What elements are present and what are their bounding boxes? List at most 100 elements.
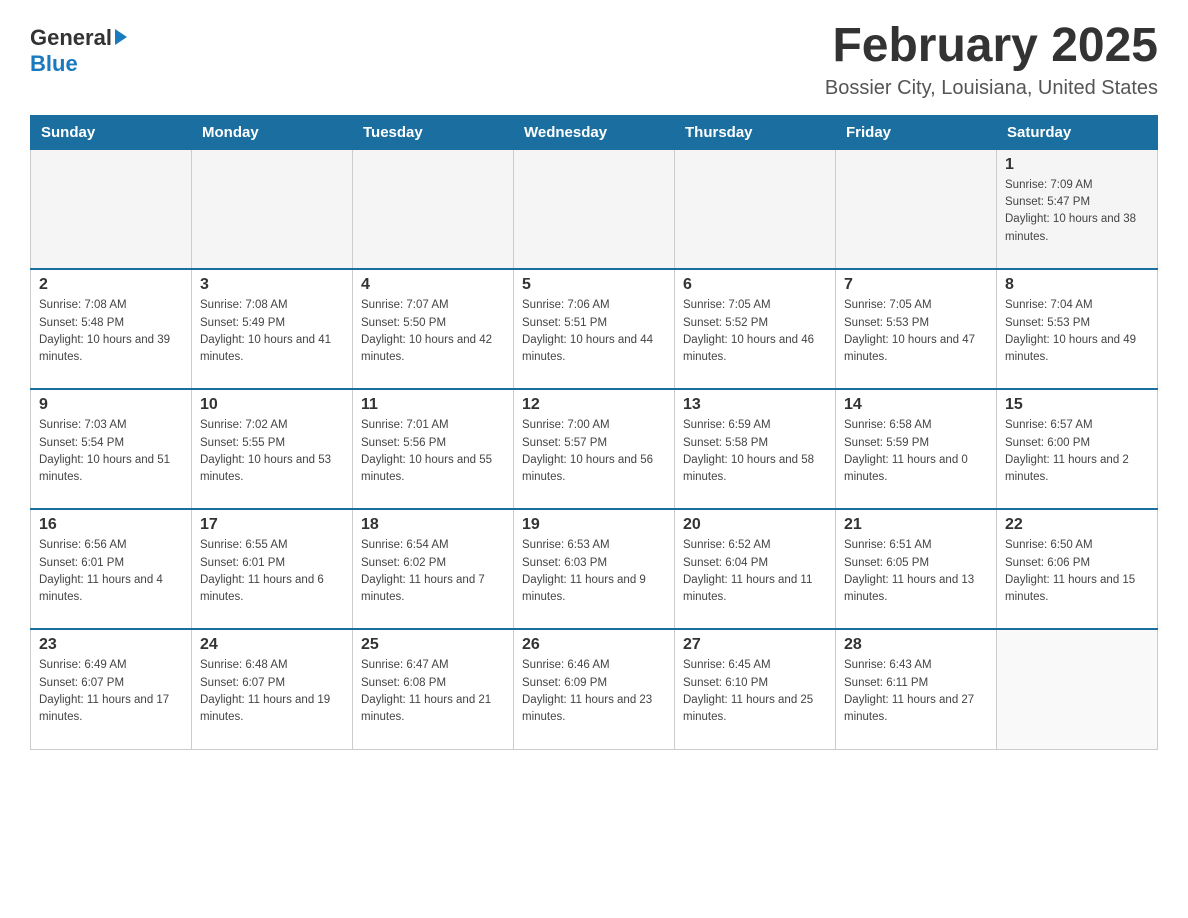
calendar-header-friday: Friday [836,115,997,149]
calendar-cell: 25 Sunrise: 6:47 AM Sunset: 6:08 PM Dayli… [353,629,514,749]
day-info: Sunrise: 7:06 AM Sunset: 5:51 PM Dayligh… [522,297,666,366]
day-info: Sunrise: 6:45 AM Sunset: 6:10 PM Dayligh… [683,657,827,726]
day-info: Sunrise: 7:05 AM Sunset: 5:52 PM Dayligh… [683,297,827,366]
day-info: Sunrise: 7:02 AM Sunset: 5:55 PM Dayligh… [200,417,344,486]
calendar-cell: 17Sunrise: 6:55 AM Sunset: 6:01 PM Dayli… [192,509,353,629]
day-number: 23 [39,636,183,654]
day-info: Sunrise: 6:43 AM Sunset: 6:11 PM Dayligh… [844,657,988,726]
day-number: 1 [1005,156,1149,174]
calendar-week-row: 16 Sunrise: 6:56 AM Sunset: 6:01 PM Dayli… [31,509,1158,629]
calendar-cell: 14 Sunrise: 6:58 AM Sunset: 5:59 PM Dayli… [836,389,997,509]
calendar-header-saturday: Saturday [997,115,1158,149]
day-info: Sunrise: 7:09 AM Sunset: 5:47 PM Dayligh… [1005,177,1149,246]
location-subtitle: Bossier City, Louisiana, United States [825,77,1158,100]
calendar-header-row: SundayMondayTuesdayWednesdayThursdayFrid… [31,115,1158,149]
day-number: 21 [844,516,988,534]
calendar-cell: 3Sunrise: 7:08 AM Sunset: 5:49 PM Daylig… [192,269,353,389]
day-number: 12 [522,396,666,414]
day-info: Sunrise: 6:52 AM Sunset: 6:04 PM Dayligh… [683,537,827,606]
calendar-week-row: 9 Sunrise: 7:03 AM Sunset: 5:54 PM Daylig… [31,389,1158,509]
day-number: 28 [844,636,988,654]
calendar-cell [675,149,836,269]
calendar-cell: 19 Sunrise: 6:53 AM Sunset: 6:03 PM Dayli… [514,509,675,629]
calendar-cell: 11 Sunrise: 7:01 AM Sunset: 5:56 PM Dayli… [353,389,514,509]
calendar-cell: 7 Sunrise: 7:05 AM Sunset: 5:53 PM Daylig… [836,269,997,389]
calendar-cell: 13Sunrise: 6:59 AM Sunset: 5:58 PM Dayli… [675,389,836,509]
day-info: Sunrise: 6:57 AM Sunset: 6:00 PM Dayligh… [1005,417,1149,486]
day-info: Sunrise: 7:08 AM Sunset: 5:48 PM Dayligh… [39,297,183,366]
calendar-cell [353,149,514,269]
calendar-cell: 15 Sunrise: 6:57 AM Sunset: 6:00 PM Dayli… [997,389,1158,509]
calendar-cell: 6 Sunrise: 7:05 AM Sunset: 5:52 PM Daylig… [675,269,836,389]
title-section: February 2025 Bossier City, Louisiana, U… [825,20,1158,100]
day-number: 26 [522,636,666,654]
day-info: Sunrise: 6:48 AM Sunset: 6:07 PM Dayligh… [200,657,344,726]
day-info: Sunrise: 7:05 AM Sunset: 5:53 PM Dayligh… [844,297,988,366]
day-number: 11 [361,396,505,414]
calendar-header-wednesday: Wednesday [514,115,675,149]
day-number: 16 [39,516,183,534]
day-number: 15 [1005,396,1149,414]
day-number: 25 [361,636,505,654]
day-number: 9 [39,396,183,414]
day-info: Sunrise: 6:58 AM Sunset: 5:59 PM Dayligh… [844,417,988,486]
day-number: 19 [522,516,666,534]
logo-arrow-icon [115,29,127,45]
day-number: 22 [1005,516,1149,534]
calendar-header-thursday: Thursday [675,115,836,149]
calendar-header-monday: Monday [192,115,353,149]
day-number: 8 [1005,276,1149,294]
day-number: 5 [522,276,666,294]
day-info: Sunrise: 6:49 AM Sunset: 6:07 PM Dayligh… [39,657,183,726]
calendar-cell [514,149,675,269]
calendar-cell: 23 Sunrise: 6:49 AM Sunset: 6:07 PM Dayli… [31,629,192,749]
calendar-cell: 20 Sunrise: 6:52 AM Sunset: 6:04 PM Dayli… [675,509,836,629]
calendar-cell: 5 Sunrise: 7:06 AM Sunset: 5:51 PM Daylig… [514,269,675,389]
calendar-cell: 16 Sunrise: 6:56 AM Sunset: 6:01 PM Dayli… [31,509,192,629]
calendar-week-row: 23 Sunrise: 6:49 AM Sunset: 6:07 PM Dayli… [31,629,1158,749]
calendar-cell: 2 Sunrise: 7:08 AM Sunset: 5:48 PM Daylig… [31,269,192,389]
day-number: 20 [683,516,827,534]
calendar-table: SundayMondayTuesdayWednesdayThursdayFrid… [30,115,1158,750]
calendar-cell: 8 Sunrise: 7:04 AM Sunset: 5:53 PM Daylig… [997,269,1158,389]
month-title: February 2025 [825,20,1158,73]
calendar-cell: 18 Sunrise: 6:54 AM Sunset: 6:02 PM Dayli… [353,509,514,629]
day-number: 2 [39,276,183,294]
day-number: 24 [200,636,344,654]
day-info: Sunrise: 6:47 AM Sunset: 6:08 PM Dayligh… [361,657,505,726]
day-number: 6 [683,276,827,294]
day-info: Sunrise: 6:56 AM Sunset: 6:01 PM Dayligh… [39,537,183,606]
day-info: Sunrise: 7:04 AM Sunset: 5:53 PM Dayligh… [1005,297,1149,366]
calendar-cell [997,629,1158,749]
calendar-cell: 22 Sunrise: 6:50 AM Sunset: 6:06 PM Dayli… [997,509,1158,629]
calendar-cell: 21Sunrise: 6:51 AM Sunset: 6:05 PM Dayli… [836,509,997,629]
calendar-cell: 1 Sunrise: 7:09 AM Sunset: 5:47 PM Daylig… [997,149,1158,269]
calendar-week-row: 1 Sunrise: 7:09 AM Sunset: 5:47 PM Daylig… [31,149,1158,269]
day-info: Sunrise: 6:53 AM Sunset: 6:03 PM Dayligh… [522,537,666,606]
day-info: Sunrise: 7:00 AM Sunset: 5:57 PM Dayligh… [522,417,666,486]
day-number: 18 [361,516,505,534]
day-info: Sunrise: 7:07 AM Sunset: 5:50 PM Dayligh… [361,297,505,366]
calendar-cell: 4Sunrise: 7:07 AM Sunset: 5:50 PM Daylig… [353,269,514,389]
calendar-cell: 24 Sunrise: 6:48 AM Sunset: 6:07 PM Dayli… [192,629,353,749]
page-header: General Blue February 2025 Bossier City,… [30,20,1158,100]
day-number: 27 [683,636,827,654]
day-info: Sunrise: 6:46 AM Sunset: 6:09 PM Dayligh… [522,657,666,726]
calendar-cell [31,149,192,269]
calendar-cell: 28 Sunrise: 6:43 AM Sunset: 6:11 PM Dayli… [836,629,997,749]
day-number: 3 [200,276,344,294]
day-number: 7 [844,276,988,294]
calendar-cell [192,149,353,269]
day-info: Sunrise: 6:55 AM Sunset: 6:01 PM Dayligh… [200,537,344,606]
logo: General Blue [30,20,127,77]
logo-general-text: General [30,25,112,51]
day-info: Sunrise: 7:01 AM Sunset: 5:56 PM Dayligh… [361,417,505,486]
calendar-cell: 10Sunrise: 7:02 AM Sunset: 5:55 PM Dayli… [192,389,353,509]
day-info: Sunrise: 7:03 AM Sunset: 5:54 PM Dayligh… [39,417,183,486]
day-number: 14 [844,396,988,414]
logo-blue-text: Blue [30,51,78,77]
calendar-cell [836,149,997,269]
day-info: Sunrise: 6:50 AM Sunset: 6:06 PM Dayligh… [1005,537,1149,606]
day-info: Sunrise: 6:54 AM Sunset: 6:02 PM Dayligh… [361,537,505,606]
calendar-cell: 9 Sunrise: 7:03 AM Sunset: 5:54 PM Daylig… [31,389,192,509]
